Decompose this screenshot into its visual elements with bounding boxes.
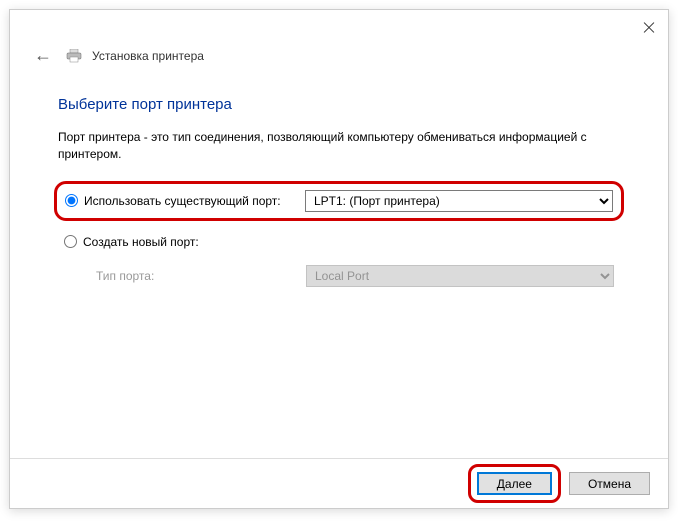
- page-heading: Выберите порт принтера: [58, 96, 620, 113]
- back-arrow-icon[interactable]: ←: [30, 43, 56, 68]
- next-button[interactable]: Далее: [477, 472, 552, 495]
- add-printer-dialog: ← Установка принтера Выберите порт принт…: [9, 9, 669, 509]
- close-icon[interactable]: [642, 21, 656, 35]
- radio-existing-port[interactable]: Использовать существующий порт:: [65, 194, 305, 208]
- option-create-new-port: Создать новый порт:: [58, 231, 620, 253]
- port-type-label: Тип порта:: [96, 269, 306, 283]
- dialog-header: ← Установка принтера: [10, 43, 668, 68]
- radio-existing-label: Использовать существующий порт:: [84, 194, 281, 208]
- printer-icon: [66, 49, 82, 63]
- titlebar: [10, 10, 668, 46]
- port-type-row: Тип порта: Local Port: [58, 263, 620, 289]
- radio-new-port[interactable]: Создать новый порт:: [64, 235, 304, 249]
- port-type-select: Local Port: [306, 265, 614, 287]
- existing-port-select[interactable]: LPT1: (Порт принтера): [305, 190, 613, 212]
- page-description: Порт принтера - это тип соединения, позв…: [58, 129, 620, 163]
- dialog-title: Установка принтера: [92, 49, 204, 63]
- radio-existing-input[interactable]: [65, 194, 78, 207]
- cancel-button[interactable]: Отмена: [569, 472, 650, 495]
- dialog-content: Выберите порт принтера Порт принтера - э…: [10, 68, 668, 458]
- next-button-highlight: Далее: [468, 464, 561, 503]
- dialog-footer: Далее Отмена: [10, 458, 668, 508]
- radio-new-label: Создать новый порт:: [83, 235, 199, 249]
- radio-new-input[interactable]: [64, 235, 77, 248]
- option-use-existing-port: Использовать существующий порт: LPT1: (П…: [54, 181, 624, 221]
